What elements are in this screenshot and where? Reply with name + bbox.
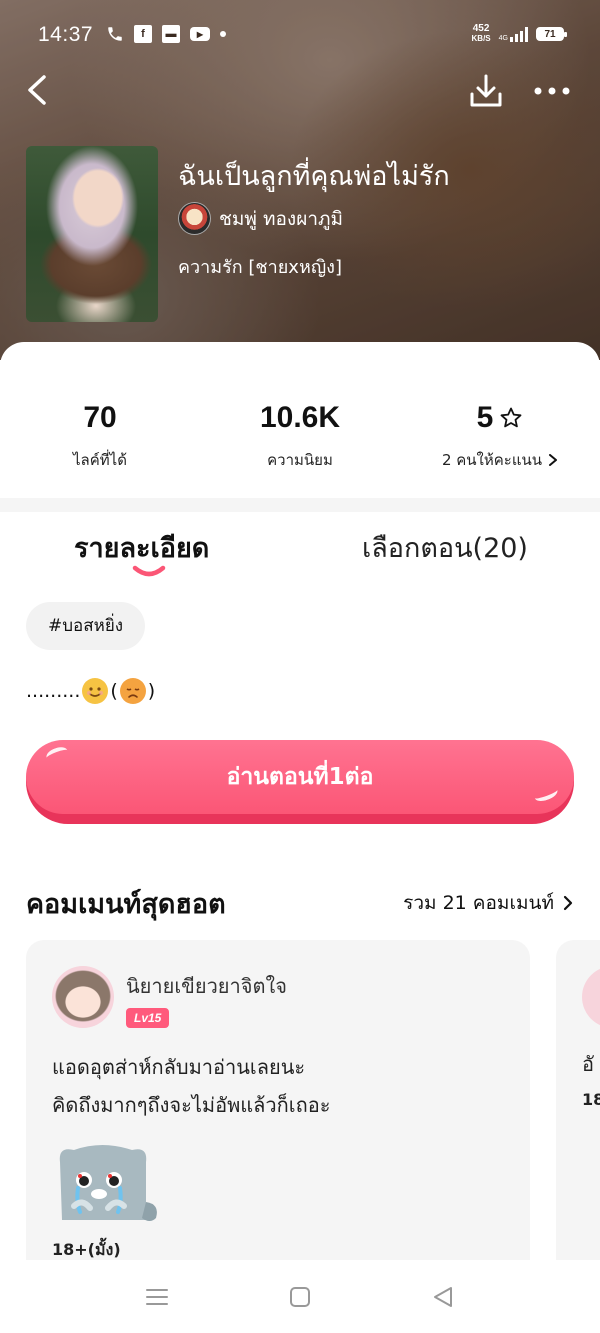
all-comments-link[interactable]: รวม 21 คอมเมนท์ <box>403 888 574 918</box>
recent-apps-icon[interactable] <box>144 1284 170 1310</box>
comment-card[interactable]: อั 18 <box>556 940 600 1300</box>
download-button[interactable] <box>468 72 504 110</box>
likes-count: 70 <box>83 401 117 434</box>
user-level-badge: Lv15 <box>126 1008 170 1028</box>
tab-bar: รายละเอียด เลือกตอน(20) <box>0 522 600 582</box>
tab-details[interactable]: รายละเอียด <box>74 526 209 569</box>
notification-icons: f ▬ ▶ <box>106 25 226 43</box>
author-avatar <box>178 202 211 235</box>
system-navigation-bar <box>0 1260 600 1333</box>
hot-comments-title: คอมเมนท์สุดฮอต <box>26 889 226 920</box>
synopsis-paren-close: ) <box>147 680 156 702</box>
battery-icon: 71 <box>536 27 567 41</box>
commenter-avatar[interactable] <box>52 966 114 1028</box>
rating-value-row: 5 <box>400 398 600 438</box>
author-link[interactable]: ชมพู่ ทองผาภูมิ <box>178 202 343 235</box>
synopsis-dots: ......... <box>26 680 81 702</box>
stats-row: 70 ไลค์ที่ได้ 10.6K ความนิยม 5 2 คนให้คะ… <box>0 398 600 478</box>
smiling-face-emoji-icon <box>82 678 109 704</box>
status-time: 14:37 <box>38 23 94 46</box>
more-notifications-dot-icon <box>220 31 226 37</box>
continue-reading-button[interactable]: อ่านตอนที่1ต่อ <box>26 740 574 824</box>
more-dots-icon <box>534 87 570 95</box>
system-status-icons: 452 KB/S 4G 71 <box>472 24 567 44</box>
crying-cat-sticker-icon <box>59 1145 157 1221</box>
more-options-button[interactable] <box>532 78 572 104</box>
author-name: ชมพู่ ทองผาภูมิ <box>219 207 344 230</box>
signal-icon: 4G <box>499 26 528 42</box>
comment-line: คิดถึงมากๆถึงจะไม่อัพแล้วก็เถอะ <box>52 1093 331 1117</box>
commenter-avatar[interactable] <box>582 966 600 1028</box>
likes-label: ไลค์ที่ได้ <box>73 451 127 469</box>
commenter-name: นิยายเขียวยาจิตใจ <box>126 974 287 998</box>
active-tab-indicator <box>132 565 166 577</box>
book-cover-image <box>26 146 158 322</box>
section-divider <box>0 498 600 512</box>
comment-line: แอดอุตส่าห์กลับมาอ่านเลยนะ <box>52 1055 306 1079</box>
back-button[interactable] <box>22 72 54 108</box>
comments-total-label: รวม 21 คอมเมนท์ <box>403 892 554 914</box>
rating-count-link[interactable]: 2 คนให้คะแนน <box>400 448 600 472</box>
app-notification-icon: ▬ <box>162 25 180 43</box>
youtube-icon: ▶ <box>190 27 210 41</box>
status-bar: 14:37 f ▬ ▶ 452 KB/S 4G 71 <box>0 20 600 54</box>
chevron-right-icon <box>549 454 558 466</box>
tag-chip[interactable]: #บอสหยิ่ง <box>26 602 146 650</box>
likes-stat: 70 ไลค์ที่ได้ <box>0 398 200 472</box>
tab-episodes[interactable]: เลือกตอน(20) <box>362 526 528 569</box>
network-type: 4G <box>498 35 508 42</box>
network-speed-unit: KB/S <box>471 34 491 43</box>
network-speed: 452 KB/S <box>472 24 491 44</box>
hero-header: 14:37 f ▬ ▶ 452 KB/S 4G 71 ฉันเป็นลูกที่… <box>0 0 600 360</box>
star-outline-icon <box>500 407 522 428</box>
content-sheet: 70 ไลค์ที่ได้ 10.6K ความนิยม 5 2 คนให้คะ… <box>0 342 600 1333</box>
chevron-right-icon <box>563 895 573 911</box>
facebook-icon: f <box>134 25 152 43</box>
popularity-stat: 10.6K ความนิยม <box>200 398 400 472</box>
synopsis-text: ......... ( ) <box>26 678 155 704</box>
home-icon[interactable] <box>287 1284 313 1310</box>
comment-text: แอดอุตส่าห์กลับมาอ่านเลยนะ คิดถึงมากๆถึง… <box>52 1048 330 1124</box>
phone-call-icon <box>106 25 124 43</box>
popularity-count: 10.6K <box>259 401 341 434</box>
comment-card[interactable]: นิยายเขียวยาจิตใจ Lv15 แอดอุตส่าห์กลับมา… <box>26 940 530 1300</box>
disappointed-face-emoji-icon <box>119 678 146 704</box>
continue-reading-label: อ่านตอนที่1ต่อ <box>226 764 374 790</box>
download-icon <box>470 74 502 107</box>
book-genre: ความรัก [ชายxหญิง] <box>178 257 342 278</box>
hot-comments-header: คอมเมนท์สุดฮอต รวม 21 คอมเมนท์ <box>26 880 574 920</box>
chevron-left-icon <box>28 75 46 105</box>
network-speed-value: 452 <box>472 23 490 34</box>
synopsis-paren-open: ( <box>110 680 118 702</box>
rating-score: 5 <box>476 401 494 434</box>
comment-text: อั <box>582 1052 595 1076</box>
comment-content-rating: 18 <box>582 1090 600 1109</box>
rating-count-label: 2 คนให้คะแนน <box>441 451 543 469</box>
book-title: ฉันเป็นลูกที่คุณพ่อไม่รัก <box>178 161 450 192</box>
rating-stat[interactable]: 5 2 คนให้คะแนน <box>400 398 600 472</box>
back-triangle-icon[interactable] <box>430 1284 456 1310</box>
continue-reading-face: อ่านตอนที่1ต่อ <box>26 740 574 814</box>
popularity-label: ความนิยม <box>267 451 333 469</box>
